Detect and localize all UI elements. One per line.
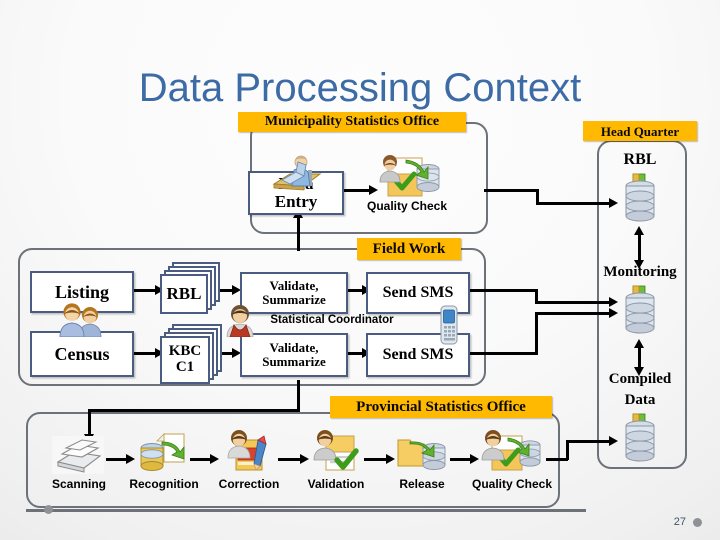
gray-routing-line-bottom bbox=[26, 509, 586, 512]
label-step-recognition: Recognition bbox=[129, 477, 199, 491]
validate-row2-line1: Validate, bbox=[269, 340, 319, 356]
connector-census-to-kbc bbox=[132, 352, 156, 355]
banner-field-work: Field Work bbox=[357, 238, 461, 260]
banner-provincial-statistics-office: Provincial Statistics Office bbox=[330, 396, 552, 418]
user-pencil-form-icon bbox=[222, 428, 274, 474]
connector-listing-to-rbl bbox=[132, 289, 156, 292]
user-document-check-database-icon-quality-check-municipality bbox=[372, 150, 442, 202]
census-label: Census bbox=[54, 343, 110, 364]
arrowhead-up bbox=[634, 339, 644, 348]
arrowhead-right bbox=[210, 454, 219, 464]
label-step-scanning: Scanning bbox=[51, 477, 106, 491]
arrowhead-right bbox=[609, 198, 618, 208]
connector-sms1-to-hq-c bbox=[535, 301, 611, 304]
person-at-desk-icon bbox=[268, 152, 326, 196]
connector-hq-rbl-monitoring bbox=[638, 232, 641, 262]
send-sms-row1-label: Send SMS bbox=[382, 283, 454, 301]
folder-arrow-database-icon bbox=[396, 434, 448, 474]
label-step-validation: Validation bbox=[307, 477, 365, 491]
connector-data-entry-to-quality-check bbox=[342, 189, 370, 192]
send-sms-row2-label: Send SMS bbox=[382, 345, 454, 363]
scanner-icon bbox=[52, 436, 104, 474]
arrowhead-up bbox=[634, 226, 644, 235]
page-number-dot bbox=[693, 518, 702, 527]
connector-recognition-to-correction bbox=[190, 458, 212, 461]
connector-municipality-to-hq-c bbox=[536, 202, 611, 205]
database-icon-hq-rbl bbox=[619, 172, 661, 226]
arrowhead-right bbox=[386, 454, 395, 464]
page-title: Data Processing Context bbox=[138, 66, 582, 110]
connector-fieldwork-down bbox=[297, 380, 300, 412]
document-stack-kbc-c1[interactable]: KBC C1 bbox=[160, 324, 222, 384]
label-step-quality-check-provincial: Quality Check bbox=[471, 477, 553, 491]
banner-municipality-statistics-office: Municipality Statistics Office bbox=[238, 112, 466, 132]
rbl-label: RBL bbox=[166, 284, 202, 304]
arrowhead-right bbox=[609, 436, 618, 446]
process-box-validate-summarize-row2[interactable]: Validate, Summarize bbox=[240, 333, 348, 377]
label-step-release: Release bbox=[399, 477, 445, 491]
connector-sms1-to-hq-a bbox=[466, 289, 538, 292]
connector-sms2-to-hq-a bbox=[466, 352, 538, 355]
connector-sms2-to-hq-b bbox=[535, 312, 538, 354]
document-stack-rbl[interactable]: RBL bbox=[160, 262, 220, 314]
database-icon-hq-compiled-data bbox=[619, 412, 661, 466]
label-hq-compiled-data-line2: Data bbox=[624, 392, 656, 408]
connector-fieldwork-to-scanning-h bbox=[88, 409, 300, 412]
connector-provincial-to-hq-a bbox=[546, 458, 568, 461]
arrowhead-right bbox=[609, 308, 618, 318]
database-to-document-icon bbox=[138, 432, 188, 474]
gray-routing-dot bbox=[44, 505, 53, 514]
mobile-phone-icon bbox=[436, 304, 462, 346]
connector-correction-to-validation bbox=[278, 458, 302, 461]
page-number: 27 bbox=[673, 516, 686, 528]
user-document-check-icon bbox=[310, 428, 360, 474]
arrowhead-right bbox=[300, 454, 309, 464]
kbc-label-line1: KBC bbox=[168, 343, 202, 360]
label-hq-rbl: RBL bbox=[623, 151, 657, 168]
connector-scanning-to-recognition bbox=[106, 458, 128, 461]
connector-provincial-to-hq-b bbox=[566, 440, 569, 460]
connector-municipality-to-hq-a bbox=[484, 189, 539, 192]
listing-label: Listing bbox=[54, 281, 110, 302]
kbc-label-line2: C1 bbox=[175, 359, 195, 375]
connector-sms2-to-hq-c bbox=[535, 312, 611, 315]
two-users-icon bbox=[54, 303, 110, 338]
label-step-correction: Correction bbox=[218, 477, 280, 491]
connector-hq-monitoring-compiled bbox=[638, 345, 641, 369]
connector-fieldwork-to-data-entry bbox=[297, 216, 300, 251]
connector-provincial-to-hq-c bbox=[566, 440, 612, 443]
banner-head-quarter: Head Quarter bbox=[583, 121, 697, 141]
slide-canvas: Data Processing Context Municipality Sta… bbox=[0, 0, 720, 540]
connector-release-to-quality-check bbox=[450, 458, 472, 461]
database-icon-hq-monitoring bbox=[619, 284, 661, 338]
label-hq-compiled-data-line1: Compiled bbox=[608, 371, 672, 387]
arrowhead-right bbox=[126, 454, 135, 464]
process-box-census[interactable]: Census bbox=[30, 331, 134, 377]
label-hq-monitoring: Monitoring bbox=[603, 264, 677, 280]
arrowhead-right bbox=[609, 297, 618, 307]
validate-row1-line2: Summarize bbox=[262, 292, 326, 307]
validate-row1-line1: Validate, bbox=[269, 278, 319, 294]
user-coordinator-icon bbox=[222, 303, 258, 338]
validate-row2-line2: Summarize bbox=[262, 354, 326, 369]
connector-validation-to-release bbox=[364, 458, 388, 461]
label-statistical-coordinator: Statistical Coordinator bbox=[270, 314, 394, 326]
user-document-check-database-icon-quality-check-provincial bbox=[478, 428, 544, 474]
